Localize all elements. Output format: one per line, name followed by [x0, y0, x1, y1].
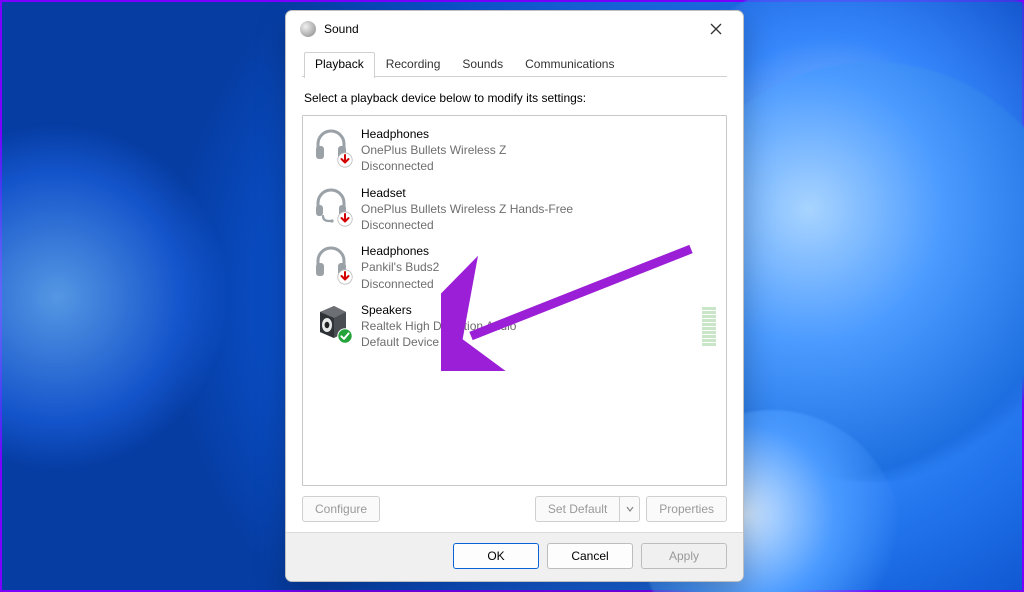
- device-name: Speakers: [361, 302, 516, 318]
- disconnected-badge-icon: [337, 152, 353, 168]
- default-badge-icon: [337, 328, 353, 344]
- titlebar: Sound: [286, 11, 743, 47]
- device-status: Disconnected: [361, 217, 573, 233]
- apply-button[interactable]: Apply: [641, 543, 727, 569]
- close-icon: [710, 23, 722, 35]
- disconnected-badge-icon: [337, 269, 353, 285]
- chevron-down-icon: [626, 505, 634, 513]
- tab-playback[interactable]: Playback: [304, 52, 375, 78]
- device-status: Disconnected: [361, 276, 439, 292]
- tab-sounds[interactable]: Sounds: [451, 52, 514, 78]
- ok-button[interactable]: OK: [453, 543, 539, 569]
- set-default-dropdown[interactable]: [620, 496, 640, 522]
- tab-bar: Playback Recording Sounds Communications: [302, 51, 727, 77]
- device-item-headphones-2[interactable]: Headphones Pankil's Buds2 Disconnected: [309, 239, 720, 294]
- device-name: Headphones: [361, 126, 506, 142]
- close-button[interactable]: [697, 15, 735, 43]
- device-desc: OnePlus Bullets Wireless Z: [361, 142, 506, 158]
- device-desc: Pankil's Buds2: [361, 259, 439, 275]
- disconnected-badge-icon: [337, 211, 353, 227]
- device-name: Headset: [361, 185, 573, 201]
- tab-communications[interactable]: Communications: [514, 52, 625, 78]
- desktop-background: Sound Playback Recording Sounds Communic…: [0, 0, 1024, 592]
- properties-button[interactable]: Properties: [646, 496, 727, 522]
- device-desc: Realtek High Definition Audio: [361, 318, 516, 334]
- device-name: Headphones: [361, 243, 439, 259]
- device-item-headset[interactable]: Headset OnePlus Bullets Wireless Z Hands…: [309, 181, 720, 236]
- device-item-headphones-1[interactable]: Headphones OnePlus Bullets Wireless Z Di…: [309, 122, 720, 177]
- set-default-split-button[interactable]: Set Default: [535, 496, 640, 522]
- tab-recording[interactable]: Recording: [375, 52, 452, 78]
- sound-app-icon: [300, 21, 316, 37]
- device-item-speakers[interactable]: Speakers Realtek High Definition Audio D…: [309, 298, 720, 353]
- configure-button[interactable]: Configure: [302, 496, 380, 522]
- set-default-button[interactable]: Set Default: [535, 496, 620, 522]
- window-title: Sound: [324, 22, 359, 36]
- device-status: Disconnected: [361, 158, 506, 174]
- device-action-buttons: Configure Set Default Properties: [302, 496, 727, 522]
- device-desc: OnePlus Bullets Wireless Z Hands-Free: [361, 201, 573, 217]
- instruction-text: Select a playback device below to modify…: [304, 91, 725, 105]
- device-status: Default Device: [361, 334, 516, 350]
- volume-level-meter: [702, 306, 716, 346]
- playback-device-list: Headphones OnePlus Bullets Wireless Z Di…: [302, 115, 727, 486]
- cancel-button[interactable]: Cancel: [547, 543, 633, 569]
- sound-dialog: Sound Playback Recording Sounds Communic…: [285, 10, 744, 582]
- dialog-footer: OK Cancel Apply: [286, 532, 743, 581]
